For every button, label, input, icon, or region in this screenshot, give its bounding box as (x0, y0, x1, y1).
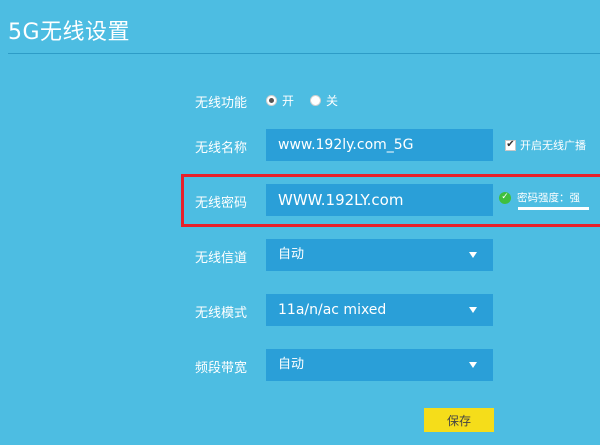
chevron-down-icon (469, 252, 477, 258)
radio-off-label[interactable]: 关 (326, 92, 338, 109)
wireless-password-input[interactable]: WWW.192LY.com (266, 184, 493, 216)
bandwidth-label: 频段带宽 (195, 361, 248, 376)
radio-on[interactable] (266, 95, 277, 106)
bandwidth-select[interactable]: 自动 (266, 349, 493, 381)
wireless-mode-value: 11a/n/ac mixed (278, 302, 387, 318)
wireless-channel-label: 无线信道 (195, 251, 248, 266)
wireless-function-label: 无线功能 (195, 96, 248, 111)
save-button[interactable]: 保存 (424, 408, 494, 432)
chevron-down-icon (469, 307, 477, 313)
wireless-name-input[interactable]: www.192ly.com_5G (266, 129, 493, 161)
radio-on-label[interactable]: 开 (282, 92, 294, 109)
check-circle-icon: ✓ (499, 191, 511, 204)
title-divider (8, 53, 600, 54)
broadcast-checkbox[interactable]: ✔ (505, 139, 516, 151)
chevron-down-icon (469, 362, 477, 368)
wireless-name-label: 无线名称 (195, 141, 248, 156)
wireless-function-radio-group: 开 关 (266, 92, 354, 109)
broadcast-checkbox-wrap[interactable]: ✔ 开启无线广播 (505, 137, 586, 153)
wireless-mode-label: 无线模式 (195, 306, 248, 321)
password-strength-text: 密码强度：强 (517, 192, 580, 204)
bandwidth-value: 自动 (278, 357, 305, 372)
page-title: 5G无线设置 (8, 20, 131, 45)
wireless-password-label: 无线密码 (195, 196, 248, 211)
wireless-mode-select[interactable]: 11a/n/ac mixed (266, 294, 493, 326)
wireless-channel-value: 自动 (278, 247, 305, 262)
wireless-channel-select[interactable]: 自动 (266, 239, 493, 271)
password-strength: ✓ 密码强度：强 (499, 190, 580, 205)
broadcast-checkbox-label[interactable]: 开启无线广播 (520, 137, 586, 153)
password-strength-bar (518, 207, 589, 210)
radio-off[interactable] (310, 95, 322, 106)
